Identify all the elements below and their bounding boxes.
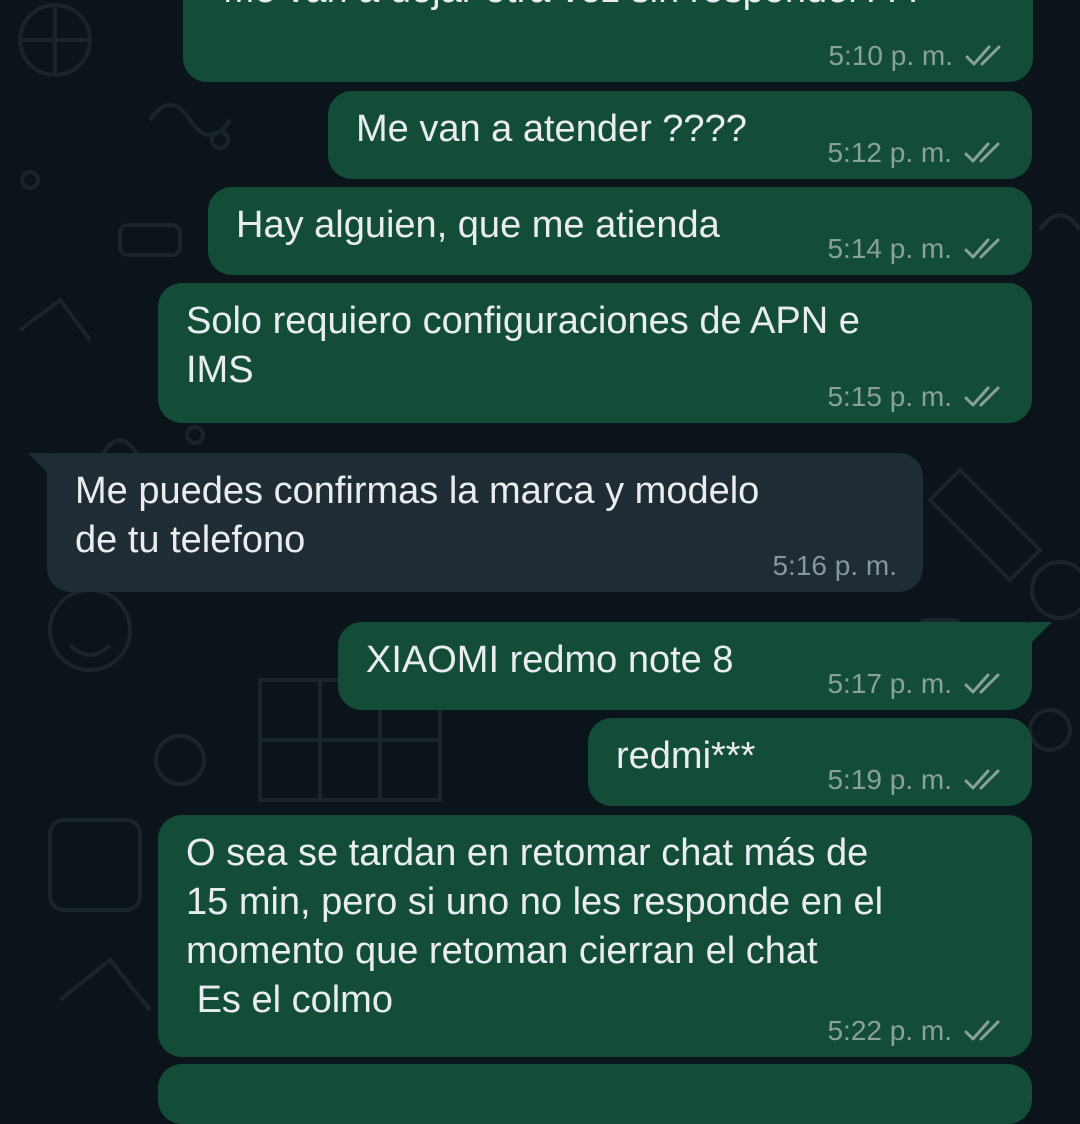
read-ticks-icon — [964, 141, 1006, 165]
message-text: Me van a atender ???? — [356, 108, 747, 150]
message-text: O sea se tardan en retomar chat más de 1… — [186, 832, 884, 1021]
read-ticks-icon — [964, 672, 1006, 696]
message-text: Solo requiero configuraciones de APN e I… — [186, 300, 860, 391]
message-text: XIAOMI redmo note 8 — [366, 639, 734, 681]
chat-message-list[interactable]: Me van a dejar otra vez sin responder???… — [0, 0, 1080, 1124]
message-bubble[interactable]: redmi*** 5:19 p. m. — [588, 718, 1032, 806]
message-bubble[interactable]: Me van a dejar otra vez sin responder???… — [183, 0, 1033, 82]
message-bubble[interactable]: Hay alguien, que me atienda 5:14 p. m. — [208, 187, 1032, 275]
message-text: redmi*** — [616, 735, 756, 777]
read-ticks-icon — [964, 768, 1006, 792]
message-bubble[interactable]: O sea se tardan en retomar chat más de 1… — [158, 815, 1032, 1057]
message-time: 5:10 p. m. — [828, 40, 953, 71]
message-text: Me puedes confirmas la marca y modelo de… — [75, 470, 760, 561]
message-bubble[interactable]: Me van a atender ???? 5:12 p. m. — [328, 91, 1032, 179]
read-ticks-icon — [964, 237, 1006, 261]
bubble-tail — [1030, 622, 1052, 644]
message-time: 5:17 p. m. — [827, 668, 952, 699]
message-time: 5:12 p. m. — [827, 137, 952, 168]
message-time: 5:14 p. m. — [827, 233, 952, 264]
message-time: 5:22 p. m. — [827, 1015, 952, 1046]
read-ticks-icon — [965, 44, 1007, 68]
message-bubble[interactable]: XIAOMI redmo note 8 5:17 p. m. — [338, 622, 1032, 710]
message-time: 5:19 p. m. — [827, 764, 952, 795]
read-ticks-icon — [964, 1019, 1006, 1043]
message-bubble[interactable]: Me puedes confirmas la marca y modelo de… — [47, 453, 923, 592]
message-bubble-partial[interactable] — [158, 1064, 1032, 1124]
read-ticks-icon — [964, 385, 1006, 409]
message-bubble[interactable]: Solo requiero configuraciones de APN e I… — [158, 283, 1032, 423]
message-text: Hay alguien, que me atienda — [236, 204, 720, 246]
message-time: 5:16 p. m. — [772, 550, 897, 581]
message-time: 5:15 p. m. — [827, 381, 952, 412]
message-text: Me van a dejar otra vez sin responder??? — [223, 0, 924, 15]
